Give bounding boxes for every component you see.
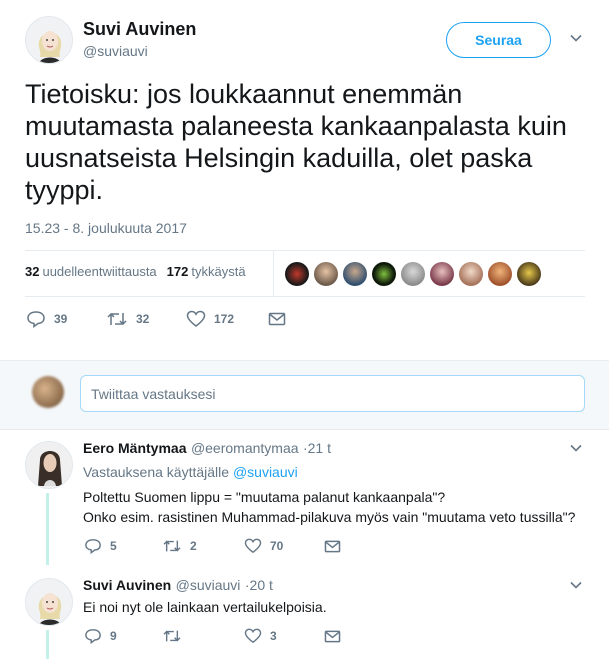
retweet-count: 32	[136, 312, 150, 326]
reply-count: 9	[110, 629, 117, 643]
reply-text: Ei noi nyt ole lainkaan vertailukelpoisi…	[83, 597, 327, 617]
liker-avatar[interactable]	[459, 262, 483, 286]
direct-message-action[interactable]	[324, 629, 341, 644]
author-name[interactable]: Suvi Auvinen	[83, 19, 196, 40]
reply-count: 39	[54, 312, 68, 326]
author-avatar[interactable]	[25, 16, 73, 64]
author-handle[interactable]: @suviauvi	[83, 43, 148, 59]
reply-action[interactable]: 39	[26, 310, 106, 328]
current-user-avatar	[32, 376, 64, 408]
follow-button[interactable]: Seuraa	[446, 22, 551, 58]
retweets-count: 32	[25, 264, 40, 279]
likes-label: tykkäystä	[191, 264, 246, 279]
reply-header: Suvi Auvinen @suviauvi ·20 t	[83, 577, 273, 595]
divider	[25, 250, 585, 251]
liker-avatar[interactable]	[372, 262, 396, 286]
reply-action[interactable]: 5	[84, 538, 162, 554]
reply-actions: 5 2 70	[84, 538, 341, 554]
chevron-down-icon[interactable]	[568, 30, 584, 46]
retweet-icon	[162, 628, 182, 644]
tweet-stats: 32 uudelleentwiittausta 172 tykkäystä	[25, 264, 246, 279]
chevron-down-icon[interactable]	[568, 440, 584, 456]
reply-icon	[84, 538, 102, 554]
reply-text: Poltettu Suomen lippu = "muutama palanut…	[83, 487, 575, 527]
tweet-actions: 39 32 172	[26, 310, 286, 328]
retweets-label: uudelleentwiittausta	[42, 264, 157, 279]
like-count: 70	[270, 539, 284, 553]
tweet-text: Tietoisku: jos loukkaannut enemmän muuta…	[25, 79, 567, 205]
liker-avatar[interactable]	[488, 262, 512, 286]
direct-message-action[interactable]	[268, 311, 286, 327]
reply-author-avatar[interactable]	[25, 578, 73, 626]
thread-line	[46, 630, 49, 659]
reply-text-line: Poltettu Suomen lippu = "muutama palanut…	[83, 489, 446, 505]
reply-author-name[interactable]: Suvi Auvinen	[83, 577, 171, 593]
reply-header: Eero Mäntymaa @eeromantymaa ·21 t	[83, 440, 331, 458]
retweet-action[interactable]: 2	[162, 538, 244, 554]
direct-message-action[interactable]	[324, 539, 341, 554]
like-action[interactable]: 3	[244, 628, 324, 644]
reply-input[interactable]: Twiittaa vastauksesi	[80, 375, 585, 412]
likers-avatars	[285, 262, 541, 286]
heart-icon	[186, 310, 206, 328]
reply-author-handle[interactable]: @eeromantymaa	[191, 440, 299, 456]
retweet-icon	[106, 310, 128, 328]
reply-count: 5	[110, 539, 117, 553]
retweets-stat[interactable]: 32 uudelleentwiittausta	[25, 264, 157, 279]
divider	[25, 296, 585, 297]
liker-avatar[interactable]	[401, 262, 425, 286]
liker-avatar[interactable]	[430, 262, 454, 286]
reply-time[interactable]: ·20 t	[245, 577, 273, 593]
liker-avatar[interactable]	[343, 262, 367, 286]
reply-time[interactable]: ·21 t	[303, 440, 331, 456]
retweet-count: 2	[190, 539, 197, 553]
liker-avatar[interactable]	[285, 262, 309, 286]
retweet-icon	[162, 538, 182, 554]
likes-count: 172	[166, 264, 189, 279]
reply-icon	[26, 310, 46, 328]
reply-to-prefix: Vastauksena käyttäjälle	[83, 464, 230, 480]
liker-avatar[interactable]	[517, 262, 541, 286]
reply-to-context: Vastauksena käyttäjälle @suviauvi	[83, 464, 298, 480]
chevron-down-icon[interactable]	[568, 577, 584, 593]
like-action[interactable]: 70	[244, 538, 324, 554]
like-count: 3	[270, 629, 277, 643]
like-count: 172	[214, 312, 235, 326]
like-action[interactable]: 172	[186, 310, 268, 328]
reply-to-handle[interactable]: @suviauvi	[233, 464, 298, 480]
thread-line	[46, 493, 49, 565]
liker-avatar[interactable]	[314, 262, 338, 286]
likes-stat[interactable]: 172 tykkäystä	[167, 264, 246, 279]
envelope-icon	[324, 629, 341, 644]
reply-text-line: Ei noi nyt ole lainkaan vertailukelpoisi…	[83, 599, 327, 615]
retweet-action[interactable]	[162, 628, 244, 644]
reply-text-line: Onko esim. rasistinen Muhammad-pilakuva …	[83, 509, 576, 525]
reply-icon	[84, 628, 102, 644]
heart-icon	[244, 538, 262, 554]
envelope-icon	[324, 539, 341, 554]
heart-icon	[244, 628, 262, 644]
reply-actions: 9 3	[84, 628, 341, 644]
reply-author-name[interactable]: Eero Mäntymaa	[83, 440, 186, 456]
reply-author-avatar[interactable]	[25, 441, 73, 489]
envelope-icon	[268, 311, 286, 327]
stats-separator	[273, 251, 274, 296]
reply-author-handle[interactable]: @suviauvi	[176, 577, 241, 593]
tweet-timestamp[interactable]: 15.23 - 8. joulukuuta 2017	[25, 220, 187, 236]
retweet-action[interactable]: 32	[106, 310, 186, 328]
reply-action[interactable]: 9	[84, 628, 162, 644]
